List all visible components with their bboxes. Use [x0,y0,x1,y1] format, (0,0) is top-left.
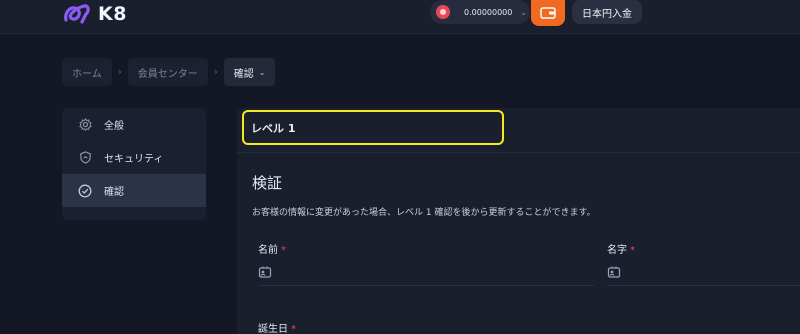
wallet-icon [540,7,556,19]
id-card-icon [607,266,621,278]
deposit-button[interactable]: 日本円入金 [572,0,642,24]
required-marker: * [630,245,635,256]
balance-selector[interactable]: 0.00000000 ⌄ [430,0,530,24]
required-marker: * [291,324,296,334]
breadcrumb-current[interactable]: 確認 ⌄ [223,58,276,86]
logo-text: K8 [98,3,127,25]
sidebar-item-security[interactable]: セキュリティ [62,141,206,174]
divider [237,152,800,153]
sidebar-item-label: セキュリティ [104,154,164,165]
chevron-down-icon: ⌄ [520,7,528,17]
breadcrumb-current-label: 確認 [233,68,254,80]
id-card-icon [258,266,272,278]
sidebar-item-label: 全般 [104,121,124,132]
first-name-field[interactable] [258,258,594,286]
last-name-field[interactable] [607,258,800,286]
shield-icon [78,151,92,165]
currency-coin-icon [436,5,450,19]
first-name-label: 名前 * [258,241,286,256]
logo-icon [64,4,90,24]
breadcrumb-separator-icon: › [117,66,122,78]
breadcrumb-home[interactable]: ホーム [62,58,112,86]
breadcrumb: ホーム › 会員センター › 確認 ⌄ [62,58,276,86]
last-name-label: 名字 * [607,241,635,256]
field-label-text: 名字 [607,245,627,256]
logo[interactable]: K8 [62,0,127,28]
sidebar-item-verification[interactable]: 確認 [62,174,206,207]
balance-value: 0.00000000 [464,7,513,17]
tab-level-1[interactable]: レベル 1 [242,110,504,145]
top-bar: K8 0.00000000 ⌄ 日本円入金 [0,0,800,34]
field-label-text: 誕生日 [258,324,288,334]
sidebar-item-general[interactable]: 全般 [62,108,206,141]
chevron-down-icon: ⌄ [258,67,266,77]
wallet-button[interactable] [531,0,565,26]
breadcrumb-member-center[interactable]: 会員センター [127,58,208,86]
field-label-text: 名前 [258,245,278,256]
page-title: 検証 [252,174,283,192]
sidebar-item-label: 確認 [104,187,124,198]
required-marker: * [281,245,286,256]
gear-icon [78,118,92,132]
birthday-label: 誕生日 * [258,320,296,334]
breadcrumb-separator-icon: › [213,66,218,78]
verification-description: お客様の情報に変更があった場合、レベル 1 確認を後から更新することができます。 [252,208,596,218]
sidebar: 全般 セキュリティ 確認 [62,108,206,220]
check-circle-icon [78,184,92,198]
